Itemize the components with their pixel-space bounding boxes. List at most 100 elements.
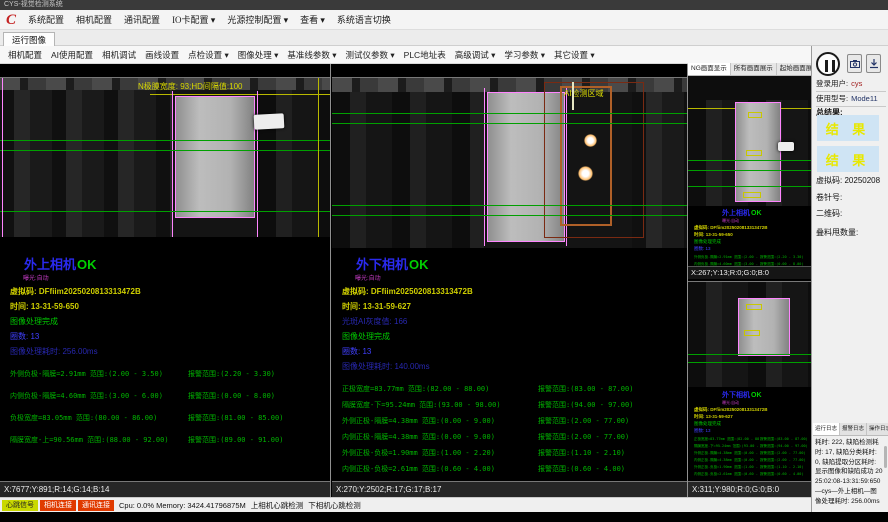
machine-columns xyxy=(0,90,172,237)
green-measure-line-1 xyxy=(688,354,811,355)
mid-camera-name: 外下相机 xyxy=(356,257,408,272)
measure-text: 正极宽度=83.77mm 范围:(82.00 - 88.00) xyxy=(694,437,760,442)
left-measure-rows: 外侧负极-隔膜=2.91mm 范围:(2.00 - 3.50)报警范围:(2.2… xyxy=(10,369,330,445)
tab-flag xyxy=(254,113,285,130)
measure-text: 外侧负极-隔膜=2.91mm 范围:(2.00 - 3.50) xyxy=(694,255,760,260)
log-tab-2[interactable]: 操作日志 xyxy=(867,423,888,435)
toolbar-item-6[interactable]: 基准线参数 ▾ xyxy=(287,49,336,61)
preview-tab-0[interactable]: NG画面显示 xyxy=(688,63,731,75)
measure-text: 内侧正极-隔膜=4.38mm 范围:(0.00 - 9.00) xyxy=(342,432,538,442)
mid-camera-title: 外下相机OK xyxy=(356,254,687,273)
mid-exposure-note: 曝光:自动 xyxy=(355,273,687,282)
measure-overlay-label: N极膜宽度: 93;HD间隔值:100 xyxy=(138,81,242,92)
toolbar-item-7[interactable]: 测试仪参数 ▾ xyxy=(346,49,395,61)
left-turn-count: 圈数: 13 xyxy=(10,331,330,342)
preview-top-turns: 圈数: 13 xyxy=(694,246,811,252)
alarm-range-text: 报警范围:(89.00 - 91.00) xyxy=(188,435,283,445)
log-scrollbar[interactable] xyxy=(884,446,887,468)
left-camera-image[interactable]: N极膜宽度: 93;HD间隔值:100 xyxy=(0,77,330,237)
export-tool-button[interactable] xyxy=(866,54,881,73)
green-measure-line-2 xyxy=(0,150,330,151)
green-measure-line-1 xyxy=(332,113,687,114)
preview-top-done: 图像处理完成 xyxy=(694,239,811,245)
left-camera-name: 外上相机 xyxy=(24,257,76,272)
log-tab-1[interactable]: 报警日志 xyxy=(840,423,867,435)
left-measure-row-2: 负极宽度=83.05mm 范围:(80.00 - 86.00)报警范围:(81.… xyxy=(10,413,330,423)
toolbar-item-10[interactable]: 学习参数 ▾ xyxy=(504,49,545,61)
app-window: CYS-视觉检测系统 C 系统配置相机配置通讯配置IO卡配置 ▾光源控制配置 ▾… xyxy=(0,0,888,522)
preview-bottom-image[interactable] xyxy=(688,281,811,387)
mid-measure-row-1: 隔膜宽度-下=95.24mm 范围:(93.00 - 98.00)报警范围:(9… xyxy=(342,400,687,410)
panel-divider-1 xyxy=(330,64,331,497)
measure-text: 内侧正极-负极=2.61mm 范围:(0.60 - 4.00) xyxy=(694,472,760,477)
preview-bottom-done: 图像处理完成 xyxy=(694,421,811,427)
measure-text: 内侧负极-隔膜=4.60mm 范围:(3.00 - 6.00) xyxy=(10,391,188,401)
tab-flag xyxy=(778,142,794,151)
left-measure-row-3: 隔膜宽度-上=90.56mm 范围:(88.00 - 92.00)报警范围:(8… xyxy=(10,435,330,445)
left-process-done: 图像处理完成 xyxy=(10,316,330,327)
model-label: 使用型号: xyxy=(816,94,848,103)
tab-run-image[interactable]: 运行图像 xyxy=(3,32,55,46)
menu-item-0[interactable]: 系统配置 xyxy=(28,13,64,26)
green-measure-line-2 xyxy=(688,362,811,363)
left-camera-title: 外上相机OK xyxy=(24,254,330,273)
toolbar-item-5[interactable]: 图像处理 ▾ xyxy=(238,49,279,61)
log-tab-0[interactable]: 运行日志 xyxy=(813,423,840,435)
menu-item-2[interactable]: 通讯配置 xyxy=(124,13,160,26)
toolbar-item-0[interactable]: 相机配置 xyxy=(8,49,42,61)
toolbar-item-4[interactable]: 点检设置 ▾ xyxy=(188,49,229,61)
toolbar-item-2[interactable]: 相机调试 xyxy=(102,49,136,61)
preview-tab-1[interactable]: 所有画面展示 xyxy=(731,63,777,75)
preview-bottom-row-3: 内侧正极-隔膜=4.38mm 范围:(0.00 - 9.00)报警范围:(2.0… xyxy=(694,458,811,463)
result-box-0: 结 果 xyxy=(817,115,879,141)
preview-bottom-row-0: 正极宽度=83.77mm 范围:(82.00 - 88.00)报警范围:(83.… xyxy=(694,437,811,442)
mid-time: 时间: 13-31-59-627 xyxy=(342,301,687,312)
menu-item-3[interactable]: IO卡配置 ▾ xyxy=(172,13,215,26)
left-pixel-coords: X:7677;Y:891;R:14;G:14;B:14 xyxy=(0,481,330,497)
login-user-row: 登录用户:cys xyxy=(816,78,886,92)
log-text: 耗时: 222, 缺陷检测耗时: 17, 缺陷分类耗时: 0, 缺陷提取分区耗时… xyxy=(815,438,883,510)
annotation-marker-1 xyxy=(748,112,762,118)
alarm-range-text: 报警范围:(2.00 - 77.00) xyxy=(538,416,629,426)
preview-bottom-code: 虚拟码: DFfiim2025020813313472B xyxy=(694,407,811,413)
side-panel: 登录用户:cys 使用型号:Mode11 总结果: 结 果结 果 虚拟码: 20… xyxy=(811,46,888,512)
preview-top-time: 时间: 13-31-59-650 xyxy=(694,232,811,238)
green-measure-line-4 xyxy=(332,215,687,216)
menu-item-5[interactable]: 查看 ▾ xyxy=(300,13,325,26)
menu-item-1[interactable]: 相机配置 xyxy=(76,13,112,26)
bright-vertical-line xyxy=(572,82,574,110)
pause-button[interactable] xyxy=(816,52,840,76)
green-measure-line-3 xyxy=(332,205,687,206)
mid-camera-status: OK xyxy=(409,257,429,272)
mid-turn-count: 圈数: 13 xyxy=(342,346,687,357)
virtual-code-row: 虚拟码: 20250208 xyxy=(816,175,886,186)
toolbar-item-1[interactable]: AI使用配置 xyxy=(51,49,93,61)
alarm-range-text: 报警范围:(0.00 - 8.00) xyxy=(188,391,275,401)
preview-bottom-row-4: 外侧正极-负极=1.90mm 范围:(1.00 - 2.20)报警范围:(1.1… xyxy=(694,465,811,470)
mid-measure-row-4: 外侧正极-负极=1.90mm 范围:(1.00 - 2.20)报警范围:(1.1… xyxy=(342,448,687,458)
machine-columns-right xyxy=(258,90,330,237)
toolbar-item-11[interactable]: 其它设置 ▾ xyxy=(554,49,595,61)
toolbar-item-9[interactable]: 高级调试 ▾ xyxy=(455,49,496,61)
toolbar-item-8[interactable]: PLC地址表 xyxy=(404,49,446,61)
left-time: 时间: 13-31-59-650 xyxy=(10,301,330,312)
measure-text: 隔膜宽度-下=95.24mm 范围:(93.00 - 98.00) xyxy=(694,444,760,449)
menu-item-6[interactable]: 系统语言切换 xyxy=(337,13,391,26)
dark-band xyxy=(688,76,811,100)
mid-process-done: 图像处理完成 xyxy=(342,331,687,342)
camera-tool-button[interactable] xyxy=(847,54,862,73)
menu-item-4[interactable]: 光源控制配置 ▾ xyxy=(227,13,288,26)
annotation-marker-2 xyxy=(746,150,762,156)
preview-bottom-note: 曝光:自动 xyxy=(722,400,811,406)
menu-bar: C 系统配置相机配置通讯配置IO卡配置 ▾光源控制配置 ▾查看 ▾系统语言切换 xyxy=(0,10,888,30)
alarm-range-text: 报警范围:(2.00 - 77.00) xyxy=(760,451,811,456)
mid-camera-image[interactable]: AI检测区域 xyxy=(332,77,687,248)
weld-spark-1 xyxy=(584,134,597,147)
measure-text: 外侧正极-隔膜=4.38mm 范围:(0.00 - 9.00) xyxy=(694,451,760,456)
alarm-range-text: 报警范围:(81.00 - 85.00) xyxy=(188,413,283,423)
preview-top-image[interactable] xyxy=(688,76,811,206)
toolbar-item-3[interactable]: 画线设置 xyxy=(145,49,179,61)
green-measure-line-3 xyxy=(0,211,330,212)
mid-measure-row-2: 外侧正极-隔膜=4.38mm 范围:(0.00 - 9.00)报警范围:(2.0… xyxy=(342,416,687,426)
alarm-range-text: 报警范围:(1.10 - 2.10) xyxy=(760,465,811,470)
